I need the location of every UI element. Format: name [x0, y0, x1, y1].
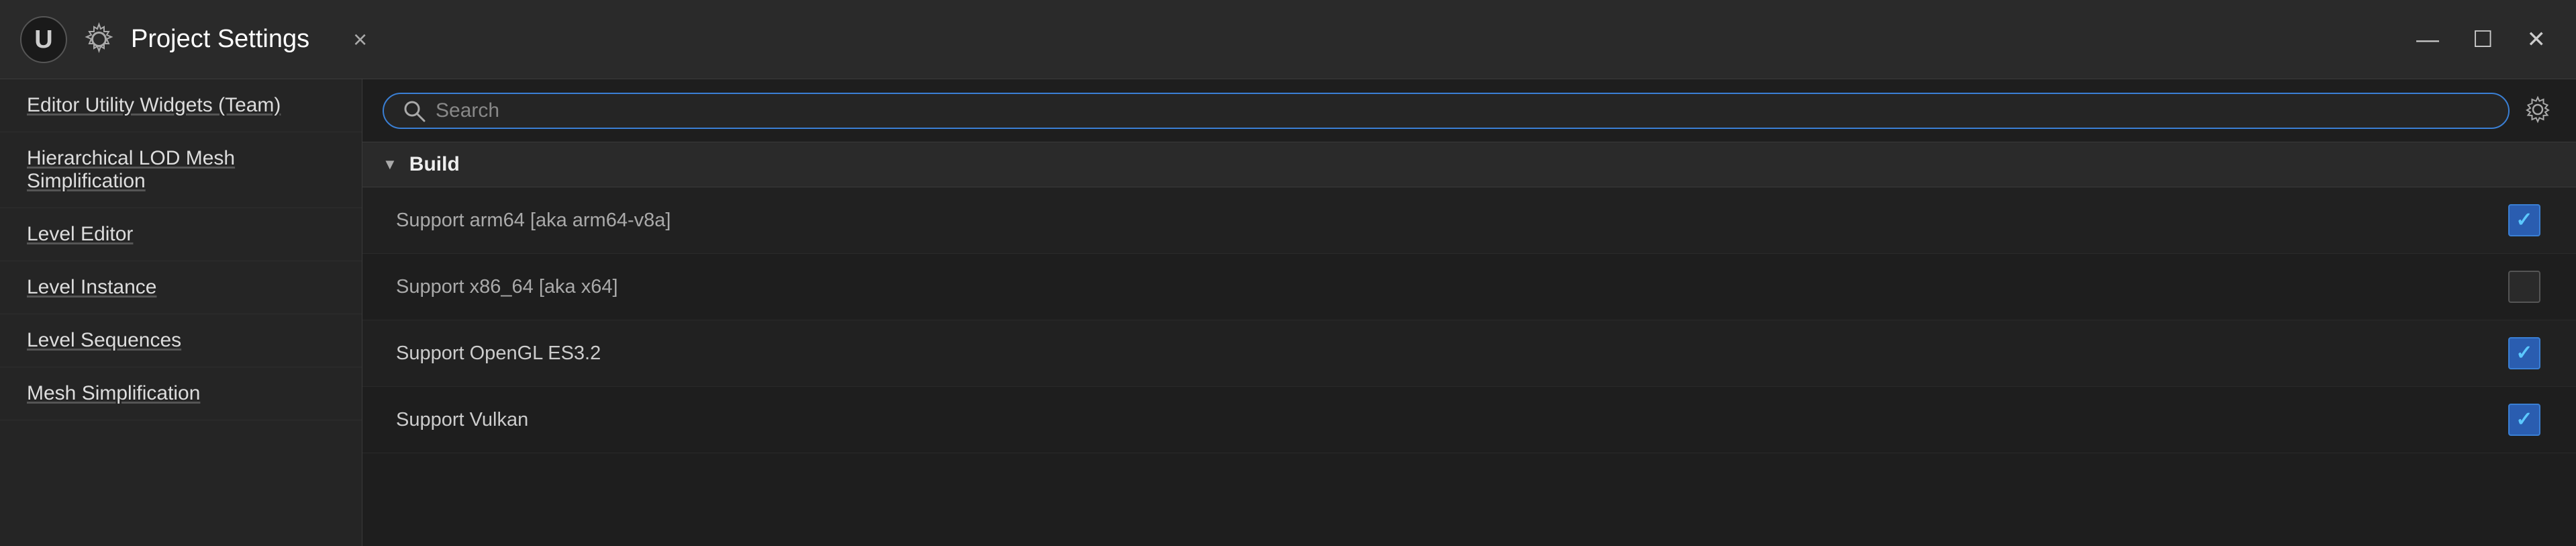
content-area: ▼ Build Support arm64 [aka arm64-v8a] ✓ …	[362, 79, 2576, 546]
setting-label-arm64: Support arm64 [aka arm64-v8a]	[396, 210, 2506, 232]
setting-row-x86: Support x86_64 [aka x64]	[362, 254, 2576, 320]
checkbox-unchecked-x86	[2508, 271, 2540, 303]
sidebar-item-level-sequences[interactable]: Level Sequences	[0, 314, 362, 367]
title-bar-left: U Project Settings ×	[20, 16, 377, 63]
checkbox-arm64[interactable]: ✓	[2506, 202, 2542, 238]
chevron-down-icon: ▼	[383, 156, 397, 173]
section-header-build[interactable]: ▼ Build	[362, 142, 2576, 187]
minimize-button[interactable]: —	[2406, 25, 2449, 54]
setting-row-vulkan: Support Vulkan ✓	[362, 387, 2576, 453]
setting-row-opengl: Support OpenGL ES3.2 ✓	[362, 320, 2576, 387]
svg-text:U: U	[34, 26, 52, 54]
checkmark-opengl: ✓	[2516, 343, 2532, 363]
setting-label-vulkan: Support Vulkan	[396, 409, 2506, 431]
title-bar: U Project Settings × — ☐ ✕	[0, 0, 2576, 79]
main-layout: Editor Utility Widgets (Team) Hierarchic…	[0, 79, 2576, 546]
setting-label-opengl: Support OpenGL ES3.2	[396, 343, 2506, 365]
window-controls: — ☐ ✕	[2406, 25, 2556, 54]
settings-section: ▼ Build Support arm64 [aka arm64-v8a] ✓ …	[362, 142, 2576, 546]
close-tab-button[interactable]: ×	[343, 22, 377, 57]
maximize-button[interactable]: ☐	[2463, 25, 2503, 54]
checkbox-vulkan[interactable]: ✓	[2506, 402, 2542, 438]
sidebar-item-mesh-simplification[interactable]: Mesh Simplification	[0, 367, 362, 420]
sidebar-item-level-instance[interactable]: Level Instance	[0, 261, 362, 314]
checkmark-vulkan: ✓	[2516, 410, 2532, 430]
search-container	[383, 93, 2510, 129]
checkmark-arm64: ✓	[2516, 210, 2532, 230]
checkbox-opengl[interactable]: ✓	[2506, 335, 2542, 371]
ue-logo-icon: U	[20, 16, 67, 63]
search-icon	[403, 99, 426, 122]
project-settings-icon	[81, 21, 117, 58]
setting-label-x86: Support x86_64 [aka x64]	[396, 276, 2506, 298]
settings-gear-button[interactable]	[2520, 91, 2556, 130]
search-bar-row	[362, 79, 2576, 142]
sidebar: Editor Utility Widgets (Team) Hierarchic…	[0, 79, 362, 546]
checkbox-x86[interactable]	[2506, 269, 2542, 305]
sidebar-item-hierarchical-lod[interactable]: Hierarchical LOD Mesh Simplification	[0, 132, 362, 208]
close-window-button[interactable]: ✕	[2517, 25, 2557, 54]
setting-row-arm64: Support arm64 [aka arm64-v8a] ✓	[362, 187, 2576, 254]
settings-rows: Support arm64 [aka arm64-v8a] ✓ Support …	[362, 187, 2576, 453]
sidebar-item-editor-utility-widgets[interactable]: Editor Utility Widgets (Team)	[0, 79, 362, 132]
page-title: Project Settings	[131, 25, 309, 54]
section-header-label: Build	[409, 153, 460, 176]
sidebar-item-level-editor[interactable]: Level Editor	[0, 208, 362, 261]
search-input[interactable]	[436, 99, 2489, 122]
gear-icon	[2523, 95, 2553, 124]
